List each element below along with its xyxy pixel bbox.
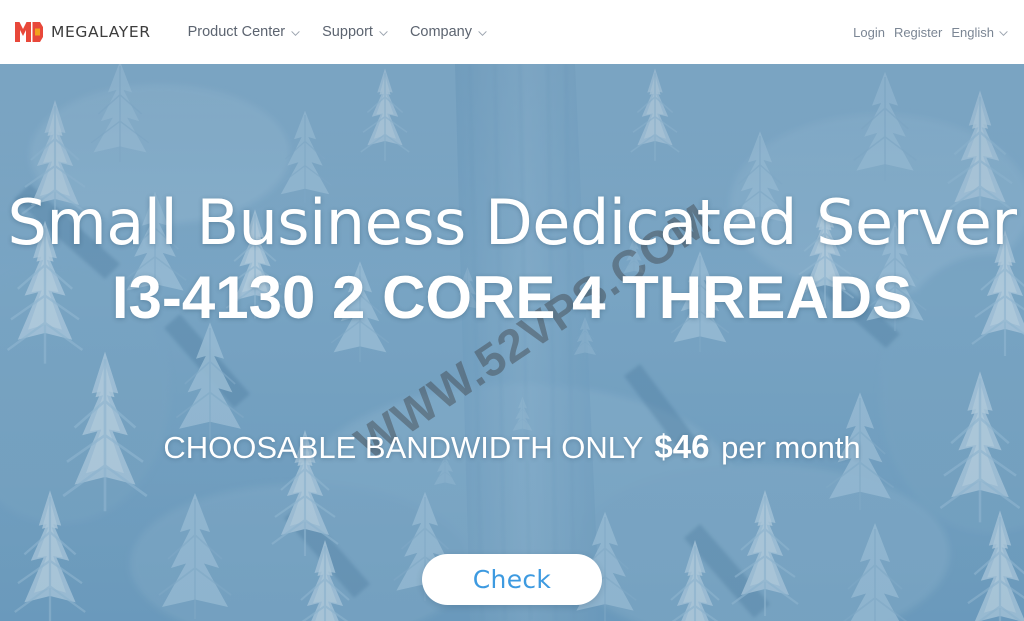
nav-label: Support [322, 24, 373, 40]
nav-item-company[interactable]: Company [410, 24, 487, 40]
chevron-down-icon [291, 29, 300, 38]
hero-headline: Small Business Dedicated Server I3-4130 … [0, 184, 1024, 334]
megalayer-logo-icon [14, 19, 44, 45]
page-root: MEGALAYER Product Center Support Company [0, 0, 1024, 621]
brand-logo[interactable]: MEGALAYER [14, 19, 151, 45]
hero-subheadline-prefix: CHOOSABLE BANDWIDTH ONLY [163, 430, 643, 465]
chevron-down-icon [379, 29, 388, 38]
chevron-down-icon [478, 29, 487, 38]
nav-item-support[interactable]: Support [322, 24, 388, 40]
hero-price: $46 [654, 428, 710, 465]
nav-item-product-center[interactable]: Product Center [188, 24, 301, 40]
hero-headline-line-1: Small Business Dedicated Server [7, 186, 1017, 259]
header-utility-nav: Login Register English [853, 0, 1008, 64]
primary-navigation: Product Center Support Company [188, 24, 487, 40]
brand-name: MEGALAYER [51, 23, 151, 41]
hero-subheadline: CHOOSABLE BANDWIDTH ONLY $46 per month [0, 426, 1024, 469]
hero-price-period: per month [721, 430, 861, 465]
chevron-down-icon [999, 29, 1008, 38]
hero-cta-container: Check [0, 554, 1024, 605]
nav-label: Company [409, 24, 472, 40]
language-selector[interactable]: English [951, 25, 1008, 40]
nav-label: Product Center [187, 24, 286, 40]
hero-banner: WWW.52VPS.COM Small Business Dedicated S… [0, 64, 1024, 621]
hero-headline-line-2: I3-4130 2 CORE 4 THREADS [111, 264, 913, 331]
check-button[interactable]: Check [422, 554, 602, 605]
hero-content: Small Business Dedicated Server I3-4130 … [0, 64, 1024, 621]
login-link[interactable]: Login [853, 25, 885, 40]
language-label: English [951, 24, 994, 40]
register-link[interactable]: Register [894, 25, 942, 40]
site-header: MEGALAYER Product Center Support Company [0, 0, 1024, 64]
